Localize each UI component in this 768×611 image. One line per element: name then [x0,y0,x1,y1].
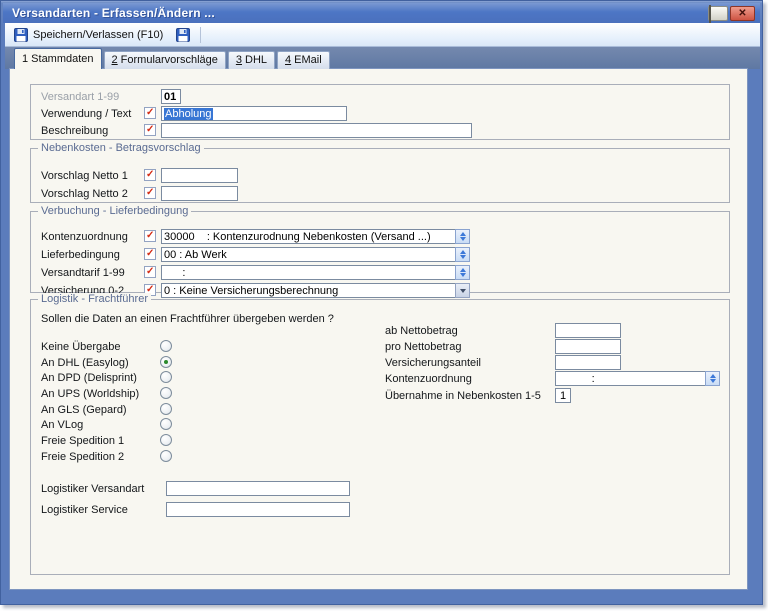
spinner-icon[interactable] [705,371,720,386]
tab-stammdaten[interactable]: 1 Stammdaten [14,48,102,69]
radio-ups[interactable] [160,387,172,399]
field-check-icon[interactable] [144,124,156,136]
ab-nettobetrag-label: ab Nettobetrag [385,325,458,337]
save-icon [14,28,28,42]
field-check-icon[interactable] [144,187,156,199]
selected-text: Abholung [164,108,213,120]
radio-label-dhl: An DHL (Easylog) [41,357,129,369]
radio-dhl[interactable] [160,356,172,368]
group-title: Nebenkosten - Betragsvorschlag [38,142,204,154]
radio-label-spedition-1: Freie Spedition 1 [41,435,124,447]
logistiker-versandart-field[interactable] [166,481,350,496]
lieferbedingung-label: Lieferbedingung [41,249,120,261]
versandart-field[interactable]: 01 [161,89,181,104]
versandtarif-combo[interactable]: : [161,265,470,280]
radio-label-gls: An GLS (Gepard) [41,404,127,416]
radio-label-spedition-2: Freie Spedition 2 [41,451,124,463]
group-nebenkosten: Nebenkosten - Betragsvorschlag Vorschlag… [30,148,730,203]
maximize-button[interactable] [708,6,728,21]
group-title: Logistik - Frachtführer [38,293,151,305]
beschreibung-label: Beschreibung [41,125,108,137]
lieferbedingung-combo[interactable]: 00 : Ab Werk [161,247,470,262]
close-button[interactable]: ✕ [730,6,755,21]
kontenzuordnung-combo[interactable]: 30000 : Kontenzurodnung Nebenkosten (Ver… [161,229,470,244]
uebernahme-nebenkosten-label: Übernahme in Nebenkosten 1-5 [385,390,541,402]
group-versandart: Versandart 1-99 01 Verwendung / Text Abh… [30,84,730,140]
radio-label-dpd: An DPD (Delisprint) [41,372,137,384]
vorschlag-netto-2-field[interactable] [161,186,238,201]
window-title: Versandarten - Erfassen/Ändern ... [12,6,215,20]
versandart-label: Versandart 1-99 [41,91,119,103]
save-exit-label: Speichern/Verlassen (F10) [33,29,163,41]
verwendung-field[interactable]: Abholung [161,106,347,121]
save-exit-button[interactable]: Speichern/Verlassen (F10) [9,25,168,45]
logistiker-service-field[interactable] [166,502,350,517]
titlebar[interactable]: Versandarten - Erfassen/Ändern ... ✕ [3,3,760,23]
radio-label-ups: An UPS (Worldship) [41,388,139,400]
versicherungsanteil-label: Versicherungsanteil [385,357,481,369]
kontenzuordnung-right-combo[interactable]: : [555,371,720,386]
group-verbuchung: Verbuchung - Lieferbedingung Kontenzuord… [30,211,730,293]
spinner-icon[interactable] [455,265,470,280]
spinner-icon[interactable] [455,229,470,244]
tab-formularvorschlaege[interactable]: 2Formularvorschläge [104,51,226,69]
spinner-icon[interactable] [455,247,470,262]
pro-nettobetrag-label: pro Nettobetrag [385,341,461,353]
save-button[interactable] [171,25,195,45]
tab-page-stammdaten: Versandart 1-99 01 Verwendung / Text Abh… [9,68,748,590]
beschreibung-field[interactable] [161,123,472,138]
radio-dpd[interactable] [160,371,172,383]
versicherungsanteil-field[interactable] [555,355,621,370]
dialog-window: Versandarten - Erfassen/Ändern ... ✕ Spe… [0,0,763,605]
radio-gls[interactable] [160,403,172,415]
radio-spedition-2[interactable] [160,450,172,462]
versandtarif-label: Versandtarif 1-99 [41,267,125,279]
field-check-icon[interactable] [144,230,156,242]
save-icon [176,28,190,42]
ab-nettobetrag-field[interactable] [555,323,621,338]
field-check-icon[interactable] [144,266,156,278]
logistiker-service-label: Logistiker Service [41,504,128,516]
radio-label-vlog: An VLog [41,419,83,431]
field-check-icon[interactable] [144,248,156,260]
frachtfuehrer-question: Sollen die Daten an einen Frachtführer ü… [41,313,334,325]
maximize-icon [709,5,711,25]
toolbar: Speichern/Verlassen (F10) [5,23,760,47]
tab-bar: 1 Stammdaten 2Formularvorschläge 3DHL 4E… [14,48,330,69]
kontenzuordnung-right-label: Kontenzuordnung [385,373,472,385]
kontenzuordnung-label: Kontenzuordnung [41,231,128,243]
vorschlag-netto-1-field[interactable] [161,168,238,183]
radio-label-keine-uebergabe: Keine Übergabe [41,341,121,353]
toolbar-separator [200,27,201,43]
group-title: Verbuchung - Lieferbedingung [38,205,191,217]
uebernahme-nebenkosten-field[interactable]: 1 [555,388,571,403]
pro-nettobetrag-field[interactable] [555,339,621,354]
dropdown-arrow-icon[interactable] [455,283,470,298]
radio-spedition-1[interactable] [160,434,172,446]
vorschlag-netto-1-label: Vorschlag Netto 1 [41,170,128,182]
tab-dhl[interactable]: 3DHL [228,51,275,69]
logistiker-versandart-label: Logistiker Versandart [41,483,144,495]
field-check-icon[interactable] [144,169,156,181]
radio-vlog[interactable] [160,418,172,430]
verwendung-label: Verwendung / Text [41,108,131,120]
field-check-icon[interactable] [144,107,156,119]
close-icon: ✕ [738,8,746,19]
vorschlag-netto-2-label: Vorschlag Netto 2 [41,188,128,200]
group-logistik: Logistik - Frachtführer Sollen die Daten… [30,299,730,575]
versicherung-dropdown[interactable]: 0 : Keine Versicherungsberechnung [161,283,470,298]
radio-keine-uebergabe[interactable] [160,340,172,352]
tab-email[interactable]: 4EMail [277,51,330,69]
